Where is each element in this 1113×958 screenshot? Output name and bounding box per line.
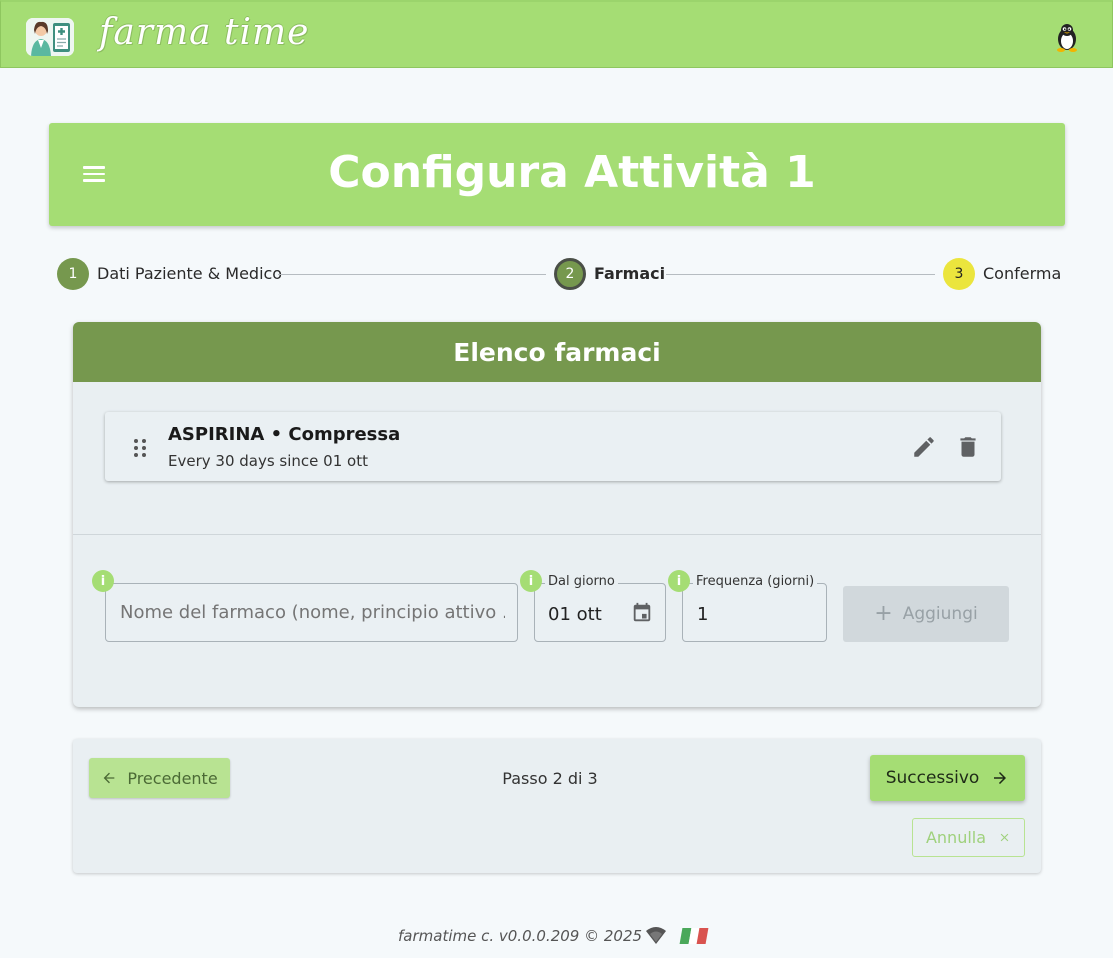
drug-list-title: Elenco farmaci: [73, 322, 1041, 382]
app-logo[interactable]: [26, 18, 74, 56]
plus-icon: +: [874, 601, 893, 626]
edit-icon[interactable]: [911, 434, 937, 460]
italy-flag-icon[interactable]: [679, 928, 709, 944]
drug-list-card: Elenco farmaci ASPIRINA • Compressa Ever…: [73, 322, 1041, 707]
step-3-indicator[interactable]: 3: [943, 258, 975, 290]
app-bar: farma time: [0, 0, 1113, 68]
drug-name-input[interactable]: [120, 602, 505, 623]
step-2-label[interactable]: Farmaci: [594, 264, 665, 283]
cancel-label: Annulla: [925, 828, 987, 847]
delete-icon[interactable]: [955, 434, 981, 460]
step-1-indicator[interactable]: 1: [57, 258, 89, 290]
wizard-navigation: Precedente Passo 2 di 3 Successivo Annul…: [73, 739, 1041, 873]
next-button[interactable]: Successivo: [870, 755, 1025, 801]
user-avatar-tux-icon[interactable]: [1053, 22, 1081, 52]
drug-name-field[interactable]: [105, 583, 518, 642]
drag-handle-icon[interactable]: [133, 438, 147, 458]
page-title: Configura Attività 1: [328, 147, 816, 198]
close-icon: [1000, 833, 1009, 842]
frequency-value[interactable]: 1: [697, 604, 708, 625]
step-3-label[interactable]: Conferma: [983, 264, 1061, 283]
step-connector: [666, 274, 935, 275]
add-drug-label: Aggiungi: [902, 604, 978, 624]
from-day-value[interactable]: 01 ott: [548, 604, 602, 625]
frequency-label: Frequenza (giorni): [693, 574, 818, 589]
section-divider: [73, 534, 1041, 535]
doctor-logo-icon: [26, 18, 74, 56]
next-label: Successivo: [885, 768, 980, 788]
arrow-right-icon: [994, 772, 1007, 784]
version-text: farmatime c. v0.0.0.209 © 2025: [398, 927, 643, 945]
add-drug-button[interactable]: + Aggiungi: [843, 586, 1009, 642]
step-2-indicator[interactable]: 2: [554, 258, 586, 290]
info-icon[interactable]: i: [668, 570, 690, 592]
calendar-icon[interactable]: [631, 601, 653, 625]
frequency-field[interactable]: Frequenza (giorni) 1: [682, 574, 827, 642]
from-day-label: Dal giorno: [545, 574, 618, 589]
brand-name: farma time: [99, 12, 310, 53]
page-footer: farmatime c. v0.0.0.209 © 2025: [0, 926, 1113, 948]
drug-name: ASPIRINA • Compressa: [168, 424, 401, 445]
info-icon[interactable]: i: [520, 570, 542, 592]
step-1-label[interactable]: Dati Paziente & Medico: [97, 264, 282, 283]
info-icon[interactable]: i: [92, 570, 114, 592]
from-day-field[interactable]: Dal giorno 01 ott: [534, 574, 666, 642]
cancel-button[interactable]: Annulla: [912, 818, 1025, 857]
drug-list-item: ASPIRINA • Compressa Every 30 days since…: [105, 412, 1001, 481]
drug-schedule: Every 30 days since 01 ott: [168, 452, 368, 470]
step-connector: [278, 274, 546, 275]
wifi-icon: [646, 927, 666, 944]
